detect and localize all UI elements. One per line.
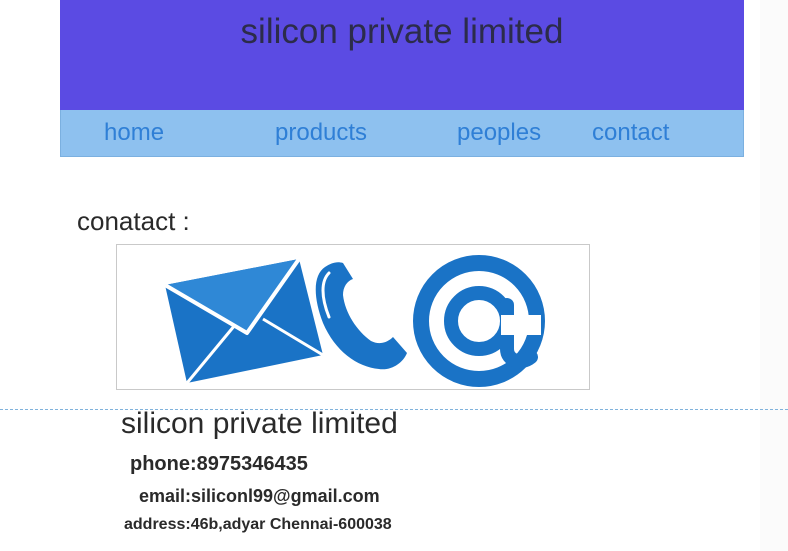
nav-bar: home products peoples contact (60, 110, 744, 157)
footer-phone: phone:8975346435 (130, 453, 308, 475)
site-header: silicon private limited (60, 0, 744, 110)
site-title: silicon private limited (240, 12, 564, 51)
nav-link-contact[interactable]: contact (592, 119, 669, 147)
phone-handset-icon (315, 262, 407, 370)
nav-link-home[interactable]: home (104, 119, 164, 147)
contact-heading: conatact : (77, 206, 190, 236)
footer-email: email:siliconl99@gmail.com (139, 486, 380, 506)
page-right-margin (760, 0, 788, 551)
envelope-icon (163, 257, 324, 384)
at-sign-icon (413, 255, 545, 387)
footer-company-name: silicon private limited (121, 407, 398, 440)
contact-image (116, 244, 590, 390)
nav-link-products[interactable]: products (275, 119, 367, 147)
footer-address: address:46b,adyar Chennai-600038 (124, 516, 392, 533)
nav-link-peoples[interactable]: peoples (457, 119, 541, 147)
